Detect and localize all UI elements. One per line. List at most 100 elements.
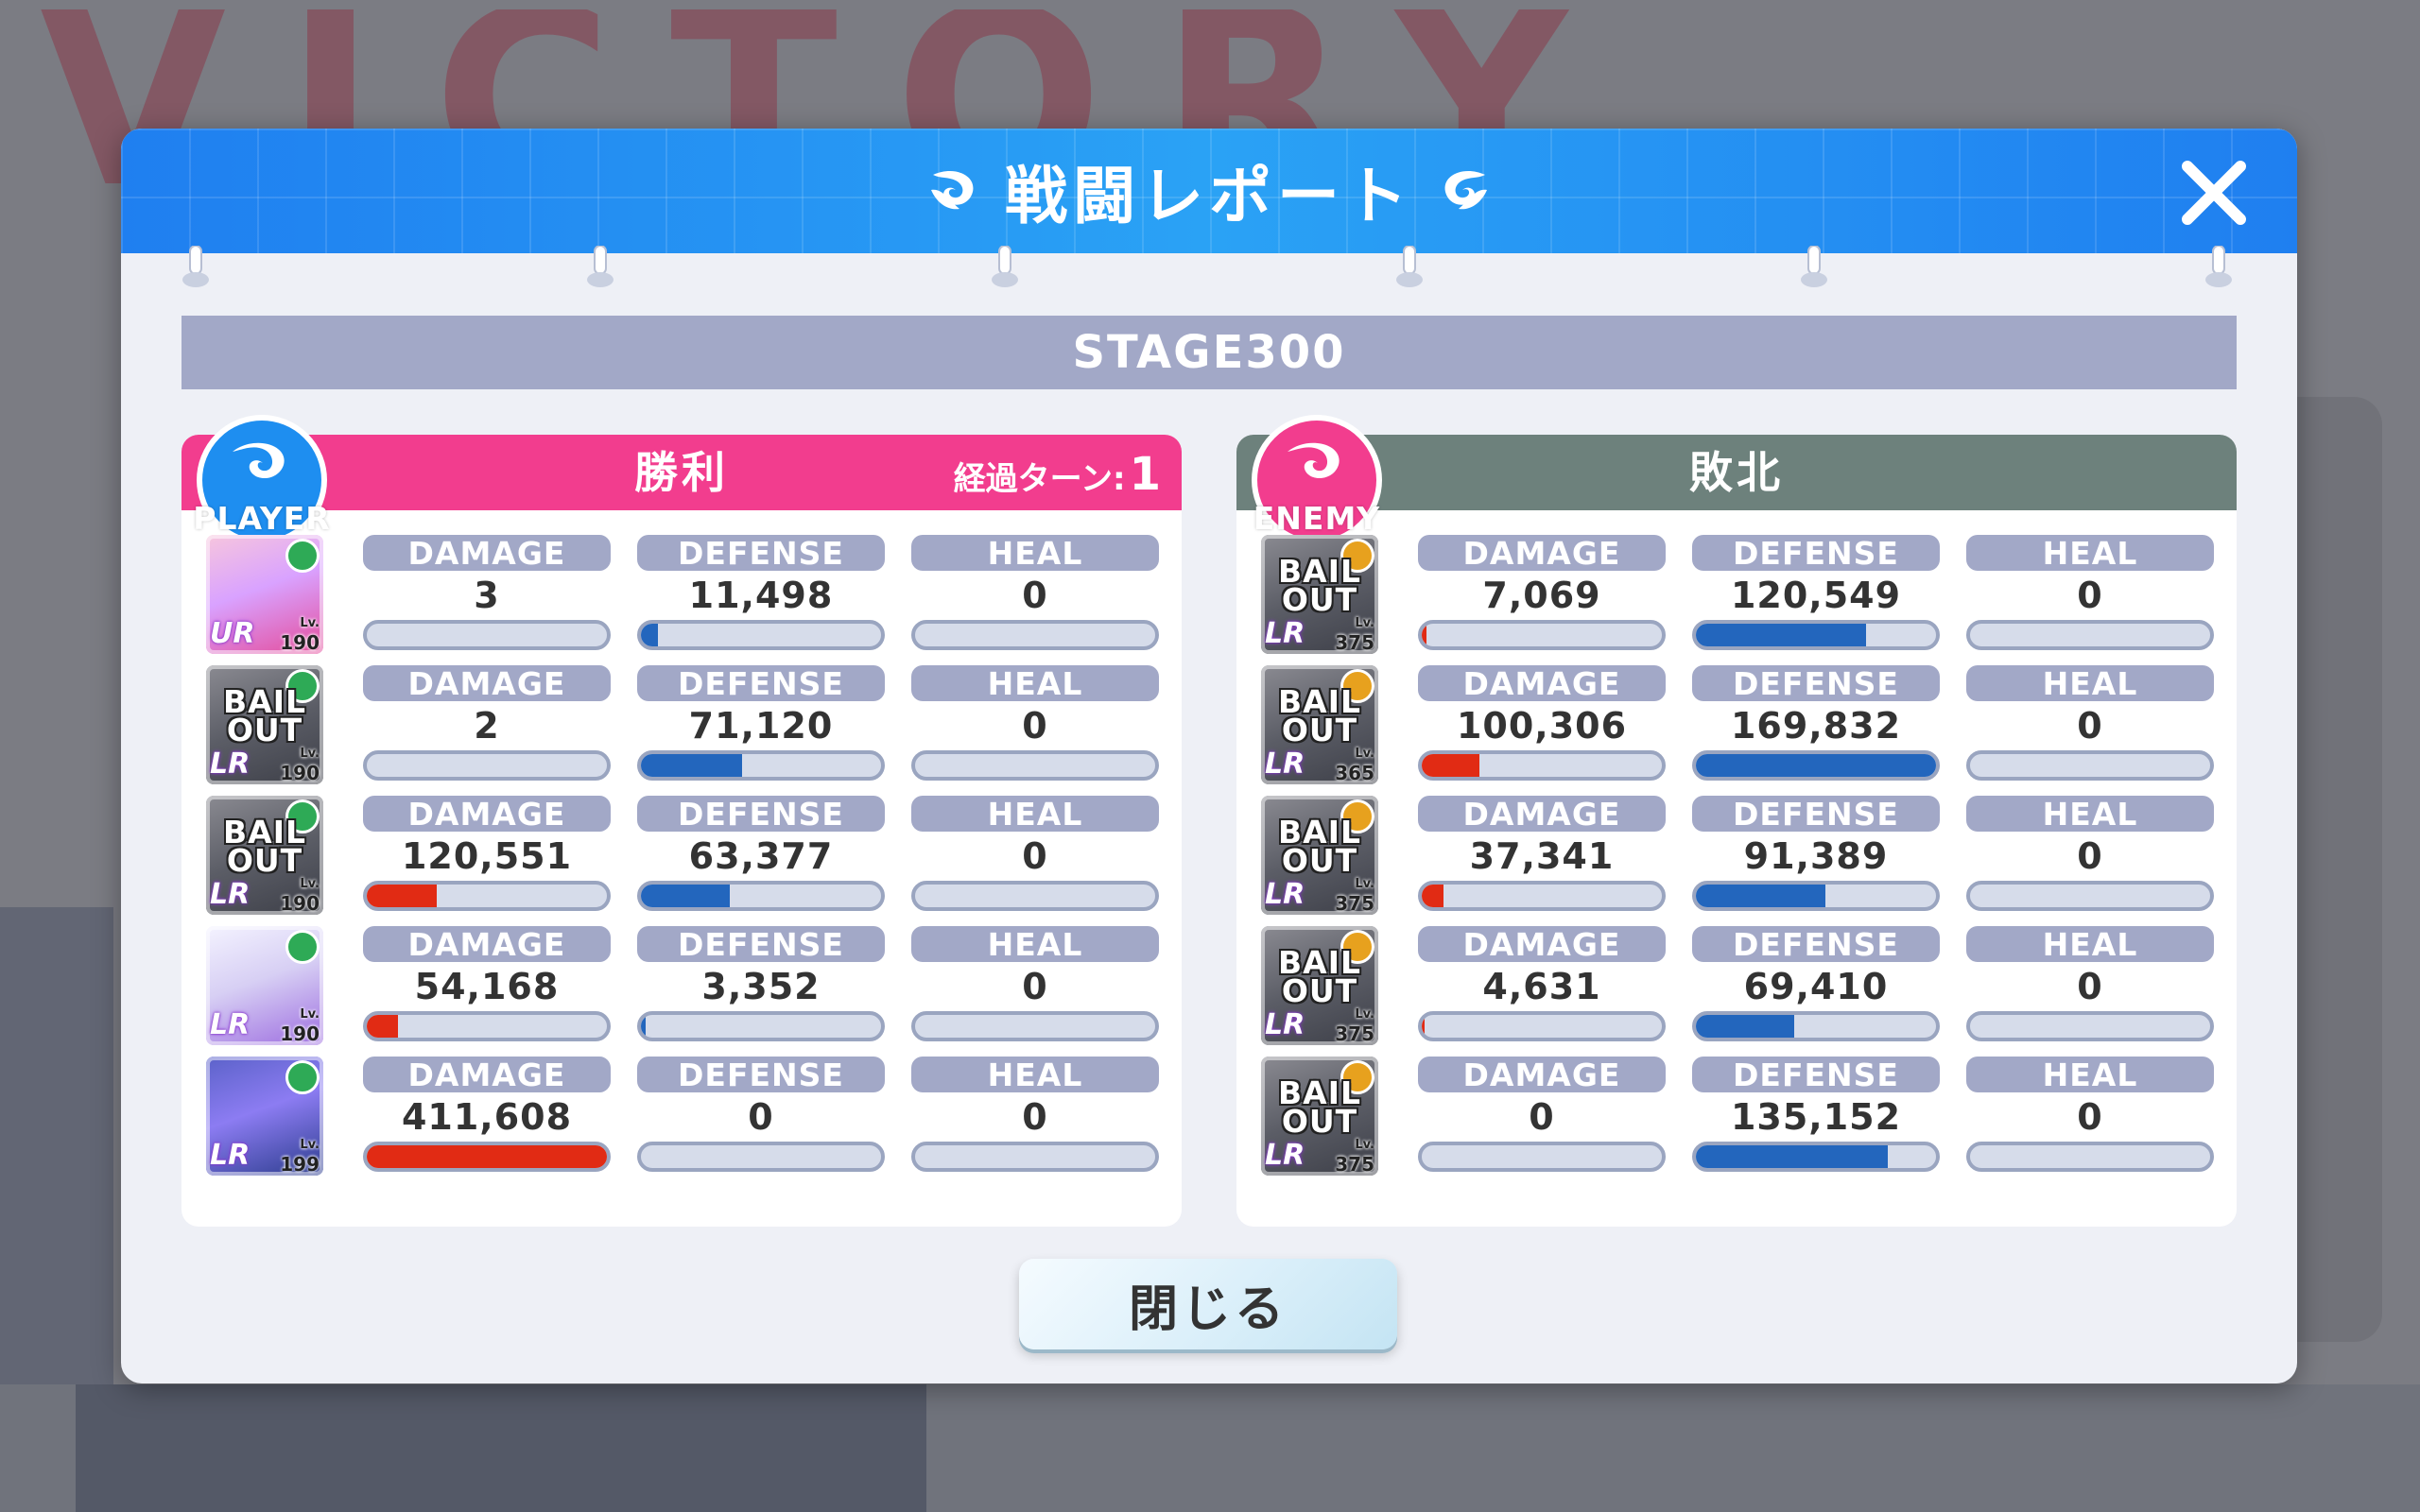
defense-bar xyxy=(637,881,885,911)
heal-value: 0 xyxy=(2077,835,2103,877)
dialog-title: 戦闘レポート xyxy=(121,153,2297,232)
damage-stat: DAMAGE 4,631 xyxy=(1418,926,1666,1045)
heal-value: 0 xyxy=(1022,835,1048,877)
enemy-unit-portrait[interactable]: BAIL OUT LR Lv. 375 xyxy=(1261,926,1378,1045)
enemy-unit-portrait[interactable]: BAIL OUT LR Lv. 375 xyxy=(1261,796,1378,915)
heal-bar xyxy=(911,881,1159,911)
damage-header: DAMAGE xyxy=(363,796,611,833)
defense-bar-fill xyxy=(1696,624,1867,646)
defense-bar xyxy=(637,620,885,650)
player-unit-portrait[interactable]: BAIL OUT LR Lv. 190 xyxy=(206,796,323,915)
defense-stat: DEFENSE 135,152 xyxy=(1692,1057,1940,1176)
heal-stat: HEAL 0 xyxy=(911,796,1159,915)
damage-value: 7,069 xyxy=(1482,575,1601,616)
level-value: 375 xyxy=(1335,631,1374,654)
player-unit-portrait[interactable]: BAIL OUT LR Lv. 190 xyxy=(206,665,323,784)
heal-bar xyxy=(911,750,1159,781)
rarity-label: LR xyxy=(1265,747,1305,781)
heal-value: 0 xyxy=(2077,705,2103,747)
close-button[interactable]: 閉じる xyxy=(1019,1259,1397,1349)
level-prefix: Lv. xyxy=(1355,747,1374,761)
rarity-label: LR xyxy=(210,747,251,781)
stage-label: STAGE300 xyxy=(182,316,2237,389)
defense-stat: DEFENSE 169,832 xyxy=(1692,665,1940,784)
enemy-badge: ENEMY xyxy=(1233,406,1401,550)
level-label: Lv. 190 xyxy=(280,745,320,782)
heal-bar xyxy=(911,1011,1159,1041)
damage-stat: DAMAGE 54,168 xyxy=(363,926,611,1045)
heal-header: HEAL xyxy=(1966,665,2214,702)
player-unit-portrait[interactable]: LR Lv. 199 xyxy=(206,1057,323,1176)
rarity-label: LR xyxy=(1265,617,1305,650)
level-prefix: Lv. xyxy=(1355,1007,1374,1022)
enemy-unit-row: BAIL OUT LR Lv. 375 DAMAGE 4,631 DEFENSE 69,410… xyxy=(1261,926,2216,1045)
level-label: Lv. 375 xyxy=(1335,1136,1374,1174)
enemy-unit-portrait[interactable]: BAIL OUT LR Lv. 365 xyxy=(1261,665,1378,784)
binder-ring xyxy=(991,245,1019,289)
damage-value: 3 xyxy=(474,575,500,616)
damage-bar xyxy=(363,1142,611,1172)
enemy-unit-portrait[interactable]: BAIL OUT LR Lv. 375 xyxy=(1261,535,1378,654)
bail-out-label: BAIL OUT xyxy=(1278,553,1361,618)
level-prefix: Lv. xyxy=(1355,1138,1374,1152)
heal-value: 0 xyxy=(2077,1096,2103,1138)
close-icon[interactable] xyxy=(2178,157,2250,229)
heal-value: 0 xyxy=(2077,966,2103,1007)
damage-value: 100,306 xyxy=(1456,705,1628,747)
defense-bar xyxy=(637,750,885,781)
damage-stat: DAMAGE 411,608 xyxy=(363,1057,611,1176)
level-label: Lv. 375 xyxy=(1335,614,1374,652)
damage-bar xyxy=(1418,750,1666,781)
level-prefix: Lv. xyxy=(300,616,320,630)
binder-ring xyxy=(182,245,210,289)
damage-header: DAMAGE xyxy=(363,665,611,702)
elapsed-turns-label: 経過ターン: xyxy=(953,460,1126,498)
damage-stat: DAMAGE 7,069 xyxy=(1418,535,1666,654)
damage-bar xyxy=(1418,881,1666,911)
player-unit-portrait[interactable]: UR Lv. 190 xyxy=(206,535,323,654)
defense-bar-fill xyxy=(641,1015,647,1038)
player-badge-label: PLAYER xyxy=(193,500,331,537)
enemy-unit-portrait[interactable]: BAIL OUT LR Lv. 375 xyxy=(1261,1057,1378,1176)
heal-stat: HEAL 0 xyxy=(911,535,1159,654)
damage-bar xyxy=(363,881,611,911)
level-value: 375 xyxy=(1335,1153,1374,1176)
defense-value: 11,498 xyxy=(688,575,834,616)
defense-bar-fill xyxy=(1696,1145,1889,1168)
defense-value: 63,377 xyxy=(688,835,834,877)
element-icon xyxy=(285,1060,320,1094)
defense-value: 71,120 xyxy=(688,705,834,747)
heal-header: HEAL xyxy=(1966,796,2214,833)
bail-out-label: BAIL OUT xyxy=(223,814,306,879)
damage-stat: DAMAGE 100,306 xyxy=(1418,665,1666,784)
damage-header: DAMAGE xyxy=(1418,926,1666,963)
heal-header: HEAL xyxy=(1966,1057,2214,1093)
damage-value: 54,168 xyxy=(414,966,560,1007)
heal-bar xyxy=(1966,620,2214,650)
damage-header: DAMAGE xyxy=(363,1057,611,1093)
damage-value: 411,608 xyxy=(401,1096,573,1138)
element-icon xyxy=(285,930,320,964)
defense-bar xyxy=(1692,1011,1940,1041)
defense-header: DEFENSE xyxy=(1692,665,1940,702)
bail-out-label: BAIL OUT xyxy=(223,683,306,748)
level-label: Lv. 365 xyxy=(1335,745,1374,782)
heal-header: HEAL xyxy=(911,796,1159,833)
damage-stat: DAMAGE 2 xyxy=(363,665,611,784)
defense-value: 91,389 xyxy=(1743,835,1889,877)
rarity-label: LR xyxy=(1265,1139,1305,1172)
defense-stat: DEFENSE 69,410 xyxy=(1692,926,1940,1045)
player-unit-portrait[interactable]: LR Lv. 190 xyxy=(206,926,323,1045)
defense-stat: DEFENSE 0 xyxy=(637,1057,885,1176)
damage-bar-fill xyxy=(1422,754,1479,777)
heal-bar xyxy=(1966,1011,2214,1041)
heal-stat: HEAL 0 xyxy=(1966,665,2214,784)
heal-bar xyxy=(1966,881,2214,911)
heal-value: 0 xyxy=(1022,1096,1048,1138)
damage-bar-fill xyxy=(367,885,437,907)
level-value: 199 xyxy=(280,1153,320,1176)
binder-ring xyxy=(2204,245,2233,289)
level-value: 190 xyxy=(280,1022,320,1045)
rarity-label: LR xyxy=(210,878,251,911)
damage-value: 4,631 xyxy=(1482,966,1601,1007)
